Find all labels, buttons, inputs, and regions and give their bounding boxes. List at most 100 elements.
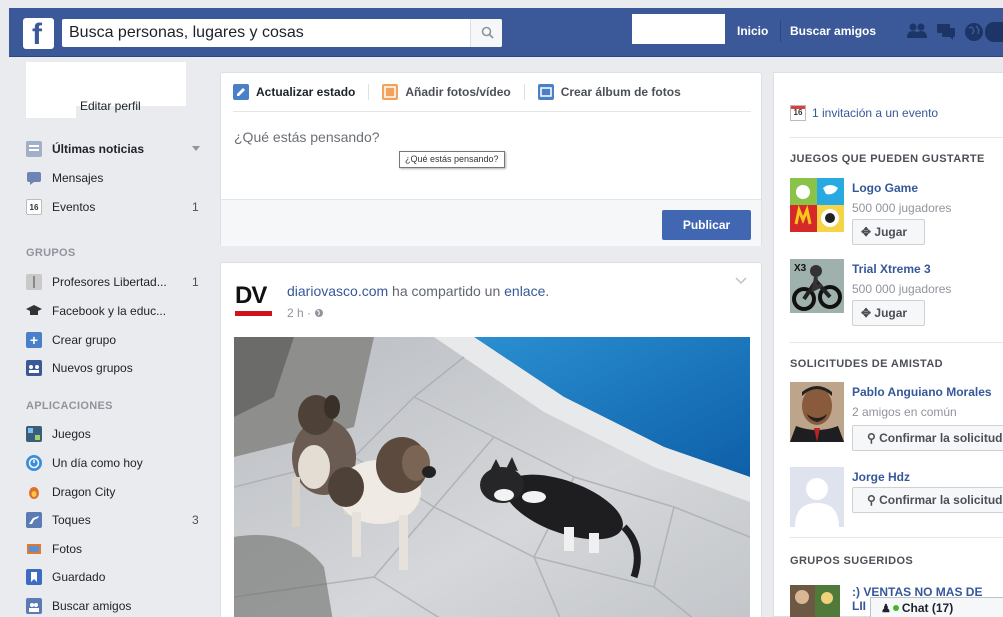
friend-request-name[interactable]: Jorge Hdz <box>852 470 910 484</box>
game-players: 500 000 jugadores <box>852 282 952 296</box>
play-trial-xtreme-button[interactable]: ✥ Jugar <box>852 300 925 326</box>
dragon-city-icon <box>26 484 42 500</box>
mutual-friends[interactable]: 2 amigos en común <box>852 405 957 419</box>
sidebar-item-games[interactable]: Juegos <box>26 424 91 444</box>
sidebar-item-find-friends[interactable]: Buscar amigos <box>26 596 131 616</box>
publish-button[interactable]: Publicar <box>662 210 751 240</box>
confirm-request-button[interactable]: ⚲ Confirmar la solicitud <box>852 425 1003 451</box>
dogs-and-cat-by-pool-image <box>234 337 750 617</box>
post-author-link[interactable]: diariovasco.com <box>287 283 388 299</box>
sidebar-item-photos[interactable]: Fotos <box>26 539 82 559</box>
add-friend-icon: ⚲ <box>867 431 876 445</box>
sidebar-item-group-profesores[interactable]: Profesores Libertad... 1 <box>26 272 199 292</box>
sidebar-item-saved[interactable]: Guardado <box>26 567 105 587</box>
right-column: 16 1 invitación a un evento JUEGOS QUE P… <box>773 72 1003 617</box>
logo-game-icon <box>790 178 844 232</box>
poke-icon <box>26 512 42 528</box>
sidebar-item-create-group[interactable]: + Crear grupo <box>26 330 116 350</box>
profile-picture-redacted[interactable] <box>26 62 76 118</box>
puzzle-icon: ✥ <box>861 306 872 320</box>
composer-footer: Publicar <box>221 199 761 246</box>
groups-icon <box>26 360 42 376</box>
trial-xtreme-icon: X3 <box>790 259 844 313</box>
feed-post: DV diariovasco.com ha compartido un enla… <box>220 262 762 617</box>
confirm-request-button[interactable]: ⚲ Confirmar la solicitud <box>852 487 1003 513</box>
sidebar-item-dragon-city[interactable]: Dragon City <box>26 482 115 502</box>
on-this-day-clock-icon <box>26 455 42 471</box>
sidebar-item-pokes[interactable]: Toques 3 <box>26 510 199 530</box>
tab-add-photo-video[interactable]: Añadir fotos/vídeo <box>382 84 511 100</box>
suggested-groups-heading: GRUPOS SUGERIDOS <box>790 555 914 567</box>
book-icon <box>26 274 42 290</box>
search-box <box>62 19 502 47</box>
trial-xtreme-thumbnail[interactable]: X3 <box>790 259 844 313</box>
profile-link-redacted[interactable] <box>632 14 725 44</box>
post-video-thumbnail[interactable] <box>234 337 750 617</box>
events-calendar-icon: 16 <box>26 199 42 215</box>
suggested-group-thumbnail[interactable] <box>790 585 840 617</box>
divider <box>790 537 1003 538</box>
find-friends-icon <box>26 598 42 614</box>
composer-tooltip: ¿Qué estás pensando? <box>399 151 505 168</box>
logo-game-thumbnail[interactable] <box>790 178 844 232</box>
game-title[interactable]: Logo Game <box>852 181 918 195</box>
divider <box>790 137 1003 138</box>
nav-divider <box>780 20 781 42</box>
post-options-chevron-icon[interactable] <box>735 277 747 285</box>
notifications-globe-icon[interactable] <box>963 22 985 42</box>
edit-profile-link[interactable]: Editar perfil <box>80 99 141 113</box>
friend-request-photo[interactable] <box>790 382 844 442</box>
chat-sidebar-tab[interactable]: ♟ Chat (17) <box>870 597 1003 617</box>
sidebar-item-new-groups[interactable]: Nuevos grupos <box>26 358 133 378</box>
messages-icon[interactable] <box>935 22 957 40</box>
search-input[interactable] <box>62 19 470 47</box>
sidebar-item-messages[interactable]: Mensajes <box>26 168 103 188</box>
tab-divider <box>523 84 525 100</box>
photos-icon <box>26 541 42 557</box>
post-verb: ha compartido un <box>392 283 501 299</box>
sidebar-item-group-facebook-educ[interactable]: Facebook y la educ... <box>26 301 166 321</box>
facebook-logo[interactable]: f <box>23 18 54 51</box>
nav-find-friends-link[interactable]: Buscar amigos <box>790 24 876 38</box>
online-indicator <box>892 605 899 611</box>
sidebar-item-on-this-day[interactable]: Un día como hoy <box>26 453 143 473</box>
sidebar-item-events[interactable]: 16 Eventos 1 <box>26 197 199 217</box>
pencil-icon <box>233 84 249 100</box>
games-heading: JUEGOS QUE PUEDEN GUSTARTE <box>790 153 985 165</box>
search-icon <box>481 26 494 39</box>
graduation-cap-icon <box>26 303 42 319</box>
plus-icon: + <box>26 332 42 348</box>
top-bar: f Inicio Buscar amigos <box>0 0 1003 62</box>
post-object-link[interactable]: enlace <box>504 283 545 299</box>
group-photos <box>790 585 840 617</box>
friend-request-name[interactable]: Pablo Anguiano Morales <box>852 385 992 399</box>
games-icon <box>26 426 42 442</box>
profile-photo-pablo <box>790 382 844 442</box>
tab-divider <box>368 84 370 100</box>
game-title[interactable]: Trial Xtreme 3 <box>852 262 931 276</box>
tab-update-status[interactable]: Actualizar estado <box>233 84 355 100</box>
composer-input[interactable]: ¿Qué estás pensando? <box>234 129 380 145</box>
post-timestamp[interactable]: 2 h · <box>287 306 324 320</box>
friend-requests-icon[interactable] <box>906 22 928 40</box>
chat-people-icon: ♟ <box>881 603 891 615</box>
sidebar-item-news-feed[interactable]: Últimas noticias <box>26 139 144 159</box>
diariovasco-logo[interactable]: DV <box>234 276 274 320</box>
friend-request-photo[interactable] <box>790 467 844 527</box>
composer-tabs: Actualizar estado Añadir fotos/vídeo Cre… <box>233 84 694 100</box>
status-composer: Actualizar estado Añadir fotos/vídeo Cre… <box>220 72 762 246</box>
tab-create-album[interactable]: Crear álbum de fotos <box>537 84 681 100</box>
add-friend-icon: ⚲ <box>867 493 876 507</box>
saved-bookmark-icon <box>26 569 42 585</box>
nav-home-link[interactable]: Inicio <box>737 24 768 38</box>
event-invitation-link[interactable]: 16 1 invitación a un evento <box>790 105 938 121</box>
svg-text:X3: X3 <box>794 263 807 274</box>
photo-icon <box>382 84 399 100</box>
play-logo-game-button[interactable]: ✥ Jugar <box>852 219 925 245</box>
post-header: diariovasco.com ha compartido un enlace. <box>287 283 550 299</box>
search-button[interactable] <box>470 19 502 47</box>
apps-heading: APLICACIONES <box>26 400 113 412</box>
composer-divider <box>233 111 751 112</box>
chevron-down-icon[interactable] <box>192 146 200 152</box>
default-profile-silhouette <box>790 467 844 527</box>
